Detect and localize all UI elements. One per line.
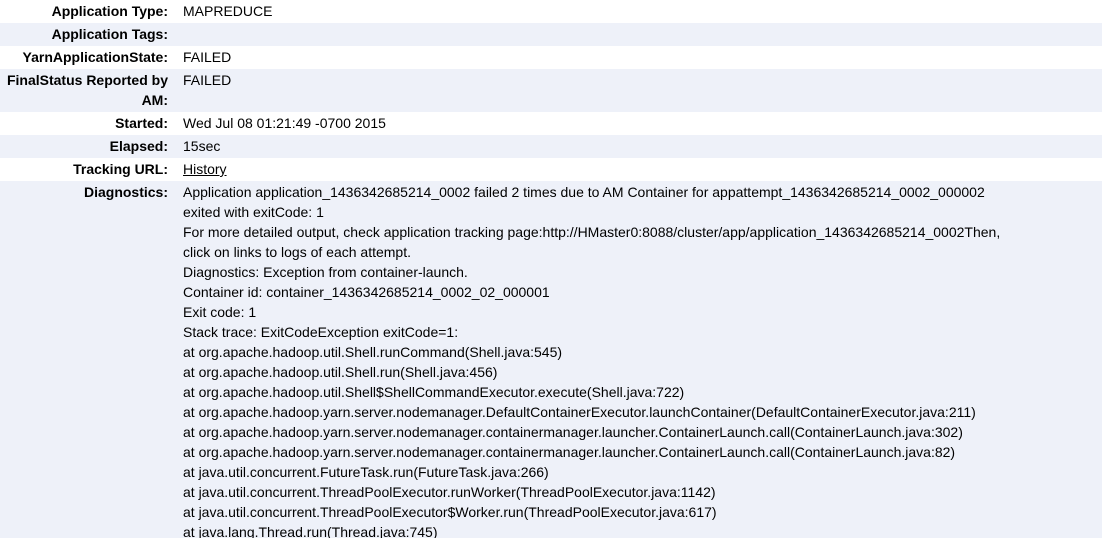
application-tags-label: Application Tags: [51, 26, 168, 42]
stack-trace-line: at org.apache.hadoop.util.Shell.run(Shel… [183, 364, 498, 380]
diagnostics-value: Application application_1436342685214_00… [182, 181, 1102, 538]
diagnostics-line: Application application_1436342685214_00… [183, 184, 985, 200]
row-final-status: FinalStatus Reported by AM: FAILED [0, 69, 1102, 112]
row-application-tags: Application Tags: [0, 23, 1102, 46]
stack-trace-line: at org.apache.hadoop.yarn.server.nodeman… [183, 404, 976, 420]
final-status-label: FinalStatus Reported by AM: [6, 72, 168, 108]
application-type-value: MAPREDUCE [183, 3, 273, 19]
yarn-application-state-value: FAILED [183, 49, 232, 65]
yarn-application-state-label: YarnApplicationState: [22, 49, 168, 65]
diagnostics-label: Diagnostics: [83, 184, 168, 200]
row-tracking-url: Tracking URL: History [0, 158, 1102, 181]
diagnostics-line: Container id: container_1436342685214_00… [183, 284, 550, 300]
stack-trace-line: at org.apache.hadoop.util.Shell$ShellCom… [183, 384, 685, 400]
diagnostics-line: For more detailed output, check applicat… [183, 224, 1001, 240]
tracking-url-label: Tracking URL: [73, 161, 168, 177]
stack-trace-line: at org.apache.hadoop.yarn.server.nodeman… [183, 424, 963, 440]
history-link[interactable]: History [183, 161, 227, 177]
diagnostics-line: exited with exitCode: 1 [183, 204, 324, 220]
stack-trace-line: at org.apache.hadoop.util.Shell.runComma… [183, 344, 563, 360]
application-info-table: Application Type: MAPREDUCE Application … [0, 0, 1102, 538]
elapsed-label: Elapsed: [109, 138, 168, 154]
row-elapsed: Elapsed: 15sec [0, 135, 1102, 158]
started-label: Started: [115, 115, 168, 131]
row-started: Started: Wed Jul 08 01:21:49 -0700 2015 [0, 112, 1102, 135]
final-status-value: FAILED [183, 72, 232, 88]
row-diagnostics: Diagnostics: Application application_143… [0, 181, 1102, 538]
row-application-type: Application Type: MAPREDUCE [0, 0, 1102, 23]
row-yarn-application-state: YarnApplicationState: FAILED [0, 46, 1102, 69]
stack-trace-line: at java.util.concurrent.FutureTask.run(F… [183, 464, 549, 480]
application-tags-value [182, 23, 1102, 46]
started-value: Wed Jul 08 01:21:49 -0700 2015 [183, 115, 386, 131]
diagnostics-line: click on links to logs of each attempt. [183, 244, 411, 260]
diagnostics-line: Diagnostics: Exception from container-la… [183, 264, 468, 280]
diagnostics-line: Stack trace: ExitCodeException exitCode=… [183, 324, 459, 340]
stack-trace-line: at org.apache.hadoop.yarn.server.nodeman… [183, 444, 956, 460]
stack-trace-line: at java.util.concurrent.ThreadPoolExecut… [183, 484, 716, 500]
stack-trace-line: at java.util.concurrent.ThreadPoolExecut… [183, 504, 717, 520]
application-type-label: Application Type: [51, 3, 168, 19]
elapsed-value: 15sec [183, 138, 221, 154]
stack-trace-line: at java.lang.Thread.run(Thread.java:745) [183, 524, 438, 538]
diagnostics-line: Exit code: 1 [183, 304, 257, 320]
